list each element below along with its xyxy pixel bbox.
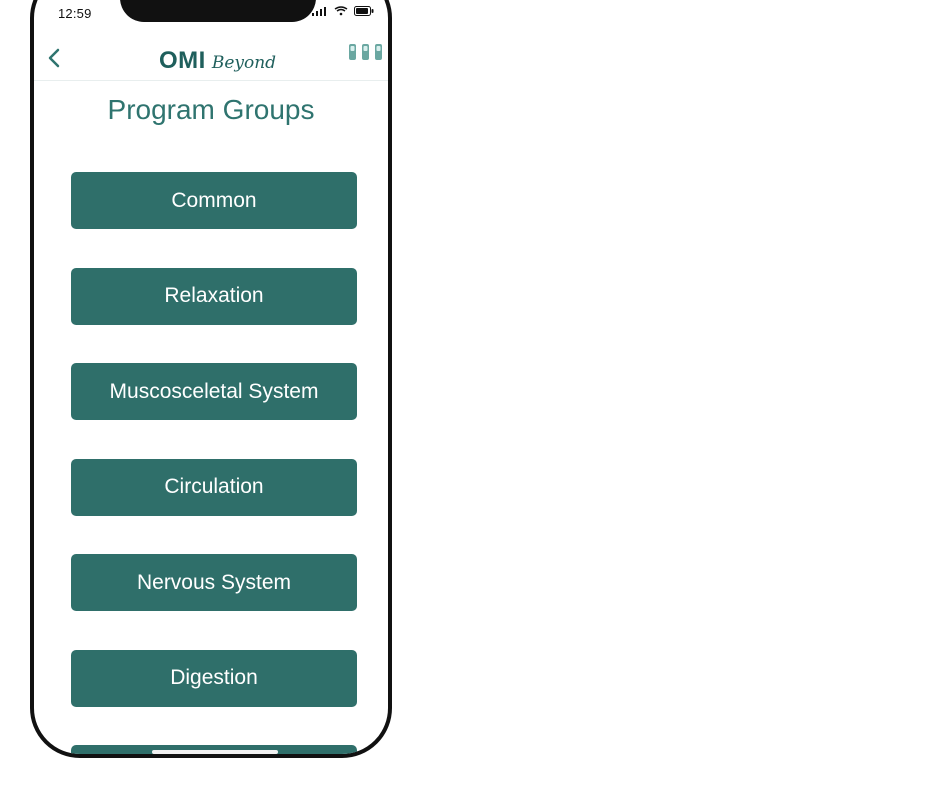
program-group-nervous-system-button[interactable]: Nervous System <box>71 554 357 611</box>
home-indicator <box>152 750 278 754</box>
program-group-muscosceletal-system-button[interactable]: Muscosceletal System <box>71 363 357 420</box>
navigation-bar: OMI Beyond <box>34 38 388 81</box>
chevron-left-icon[interactable] <box>42 44 66 72</box>
program-group-list: Common Relaxation Muscosceletal System C… <box>71 172 357 745</box>
phone-notch <box>120 0 316 22</box>
status-time: 12:59 <box>58 6 92 21</box>
page-title: Program Groups <box>107 94 315 125</box>
logo-sub-text: Beyond <box>211 53 277 73</box>
program-group-digestion-button[interactable]: Digestion <box>71 649 357 707</box>
signal-icon <box>312 7 326 16</box>
menu-icon[interactable] <box>348 42 388 64</box>
program-group-circulation-button[interactable]: Circulation <box>71 458 357 516</box>
program-group-common-button[interactable]: Common <box>71 172 357 229</box>
logo-main-text: OMI <box>159 47 206 74</box>
program-group-relaxation-button[interactable]: Relaxation <box>71 267 357 325</box>
app-logo: OMI Beyond <box>159 47 276 75</box>
phone-frame: 12:59 OMI Beyond Program Groups Common R… <box>30 0 392 758</box>
wifi-icon <box>334 6 348 16</box>
status-icons <box>312 6 374 16</box>
battery-icon <box>354 6 374 16</box>
